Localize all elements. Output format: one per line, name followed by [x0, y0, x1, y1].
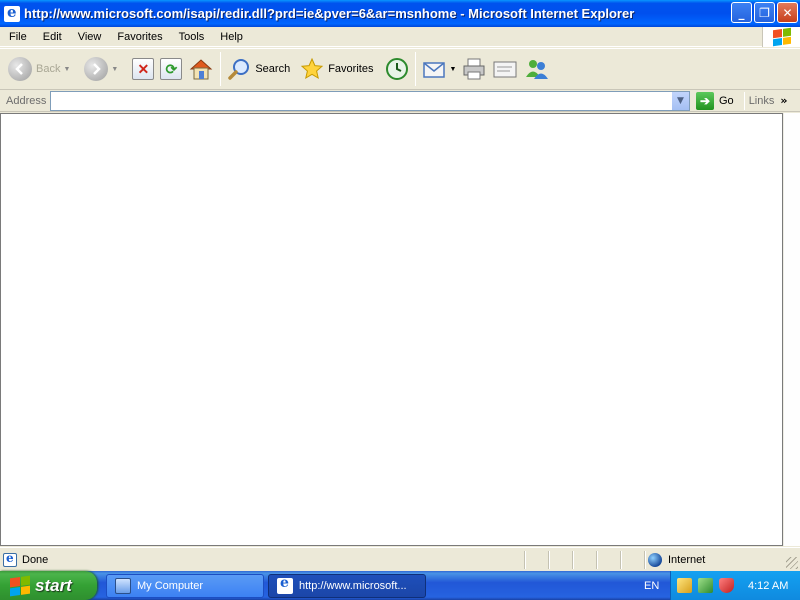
status-pane	[644, 551, 646, 569]
address-input[interactable]	[51, 91, 671, 110]
vertical-scrollbar[interactable]	[783, 113, 800, 546]
minimize-button[interactable]: _	[731, 2, 752, 23]
start-button[interactable]: start	[0, 571, 97, 600]
address-bar: Address ▼ ➔ Go Links »	[0, 90, 800, 112]
menu-tools[interactable]: Tools	[171, 31, 213, 43]
refresh-button[interactable]: ⟳	[157, 51, 185, 87]
menu-help[interactable]: Help	[212, 31, 251, 43]
network-icon[interactable]	[677, 578, 692, 593]
window-controls: _ ❐ ✕	[731, 2, 798, 23]
page-content[interactable]	[0, 113, 783, 546]
menu-file[interactable]: File	[0, 31, 35, 43]
status-pane	[548, 551, 550, 569]
start-label: start	[35, 575, 72, 595]
go-button[interactable]: ➔ Go	[696, 91, 734, 110]
chevron-right-icon[interactable]: »	[780, 94, 787, 107]
links-separator	[743, 91, 745, 110]
task-my-computer[interactable]: My Computer	[106, 573, 264, 598]
status-bar: Done Internet	[0, 547, 800, 571]
security-zone: Internet	[648, 551, 705, 569]
windows-flag-icon	[772, 27, 791, 47]
address-label: Address	[6, 94, 47, 107]
toolbar-separator	[220, 52, 222, 86]
maximize-button[interactable]: ❐	[754, 2, 775, 23]
computer-icon	[115, 577, 131, 594]
mail-button[interactable]: ▼	[419, 51, 459, 87]
edit-button[interactable]	[489, 51, 521, 87]
task-internet-explorer[interactable]: e http://www.microsoft...	[268, 573, 426, 598]
history-icon	[386, 58, 409, 80]
messenger-icon	[526, 60, 549, 79]
menu-bar: File Edit View Favorites Tools Help	[0, 27, 800, 47]
system-tray: 4:12 AM	[670, 571, 800, 600]
status-pane	[572, 551, 574, 569]
forward-icon	[84, 57, 109, 81]
forward-button[interactable]: ▼	[81, 51, 121, 87]
menu-view[interactable]: View	[70, 31, 110, 43]
title-bar[interactable]: http://www.microsoft.com/isapi/redir.dll…	[0, 0, 800, 27]
print-icon	[463, 58, 485, 80]
history-button[interactable]	[382, 51, 412, 87]
status-text: Done	[22, 553, 49, 566]
chevron-down-icon[interactable]: ▼	[449, 66, 456, 73]
go-label: Go	[719, 94, 734, 107]
zone-label: Internet	[668, 554, 706, 566]
ie-icon	[4, 3, 20, 22]
mail-icon	[423, 62, 446, 78]
print-button[interactable]	[459, 51, 489, 87]
globe-icon	[648, 553, 662, 567]
links-toolbar[interactable]: Links	[749, 95, 775, 107]
stop-button[interactable]: ✕	[129, 51, 157, 87]
status-pane	[596, 551, 598, 569]
language-indicator[interactable]: EN	[644, 571, 659, 600]
standard-toolbar: Back ▼ ▼ ✕ ⟳ Search Favorites ▼	[0, 48, 800, 90]
chevron-down-icon[interactable]: ▼	[111, 66, 118, 73]
back-button[interactable]: Back ▼	[5, 51, 73, 87]
page-icon	[3, 551, 17, 567]
home-icon	[190, 59, 213, 80]
menu-favorites[interactable]: Favorites	[109, 31, 170, 43]
home-button[interactable]	[185, 51, 217, 87]
update-icon[interactable]	[698, 578, 713, 593]
favorites-star-icon	[301, 57, 324, 80]
favorites-button[interactable]: Favorites	[297, 51, 376, 87]
ie-icon: e	[277, 575, 293, 594]
security-shield-icon[interactable]	[719, 578, 734, 593]
resize-grip[interactable]	[786, 557, 798, 569]
task-label: http://www.microsoft...	[299, 579, 407, 592]
refresh-icon: ⟳	[160, 58, 183, 80]
search-button[interactable]: Search	[224, 51, 293, 87]
address-dropdown-button[interactable]: ▼	[671, 91, 689, 110]
windows-logo	[762, 27, 800, 47]
stop-icon: ✕	[132, 58, 155, 80]
window-title: http://www.microsoft.com/isapi/redir.dll…	[24, 6, 635, 21]
toolbar-separator	[415, 52, 417, 86]
task-label: My Computer	[137, 579, 204, 592]
back-label: Back	[36, 63, 61, 75]
close-button[interactable]: ✕	[777, 2, 798, 23]
go-arrow-icon: ➔	[696, 91, 714, 110]
back-icon	[8, 57, 32, 81]
clock[interactable]: 4:12 AM	[748, 580, 788, 592]
chevron-down-icon: ▼	[677, 95, 684, 106]
taskbar: start My Computer e http://www.microsoft…	[0, 571, 800, 600]
edit-icon	[493, 61, 517, 78]
status-pane	[620, 551, 622, 569]
address-field[interactable]: ▼	[50, 90, 690, 111]
search-label: Search	[255, 63, 291, 75]
windows-flag-icon	[10, 575, 30, 596]
favorites-label: Favorites	[328, 63, 374, 75]
chevron-down-icon[interactable]: ▼	[63, 66, 70, 73]
search-icon	[228, 59, 250, 80]
status-pane	[524, 551, 526, 569]
menu-edit[interactable]: Edit	[35, 31, 70, 43]
messenger-button[interactable]	[521, 51, 553, 87]
